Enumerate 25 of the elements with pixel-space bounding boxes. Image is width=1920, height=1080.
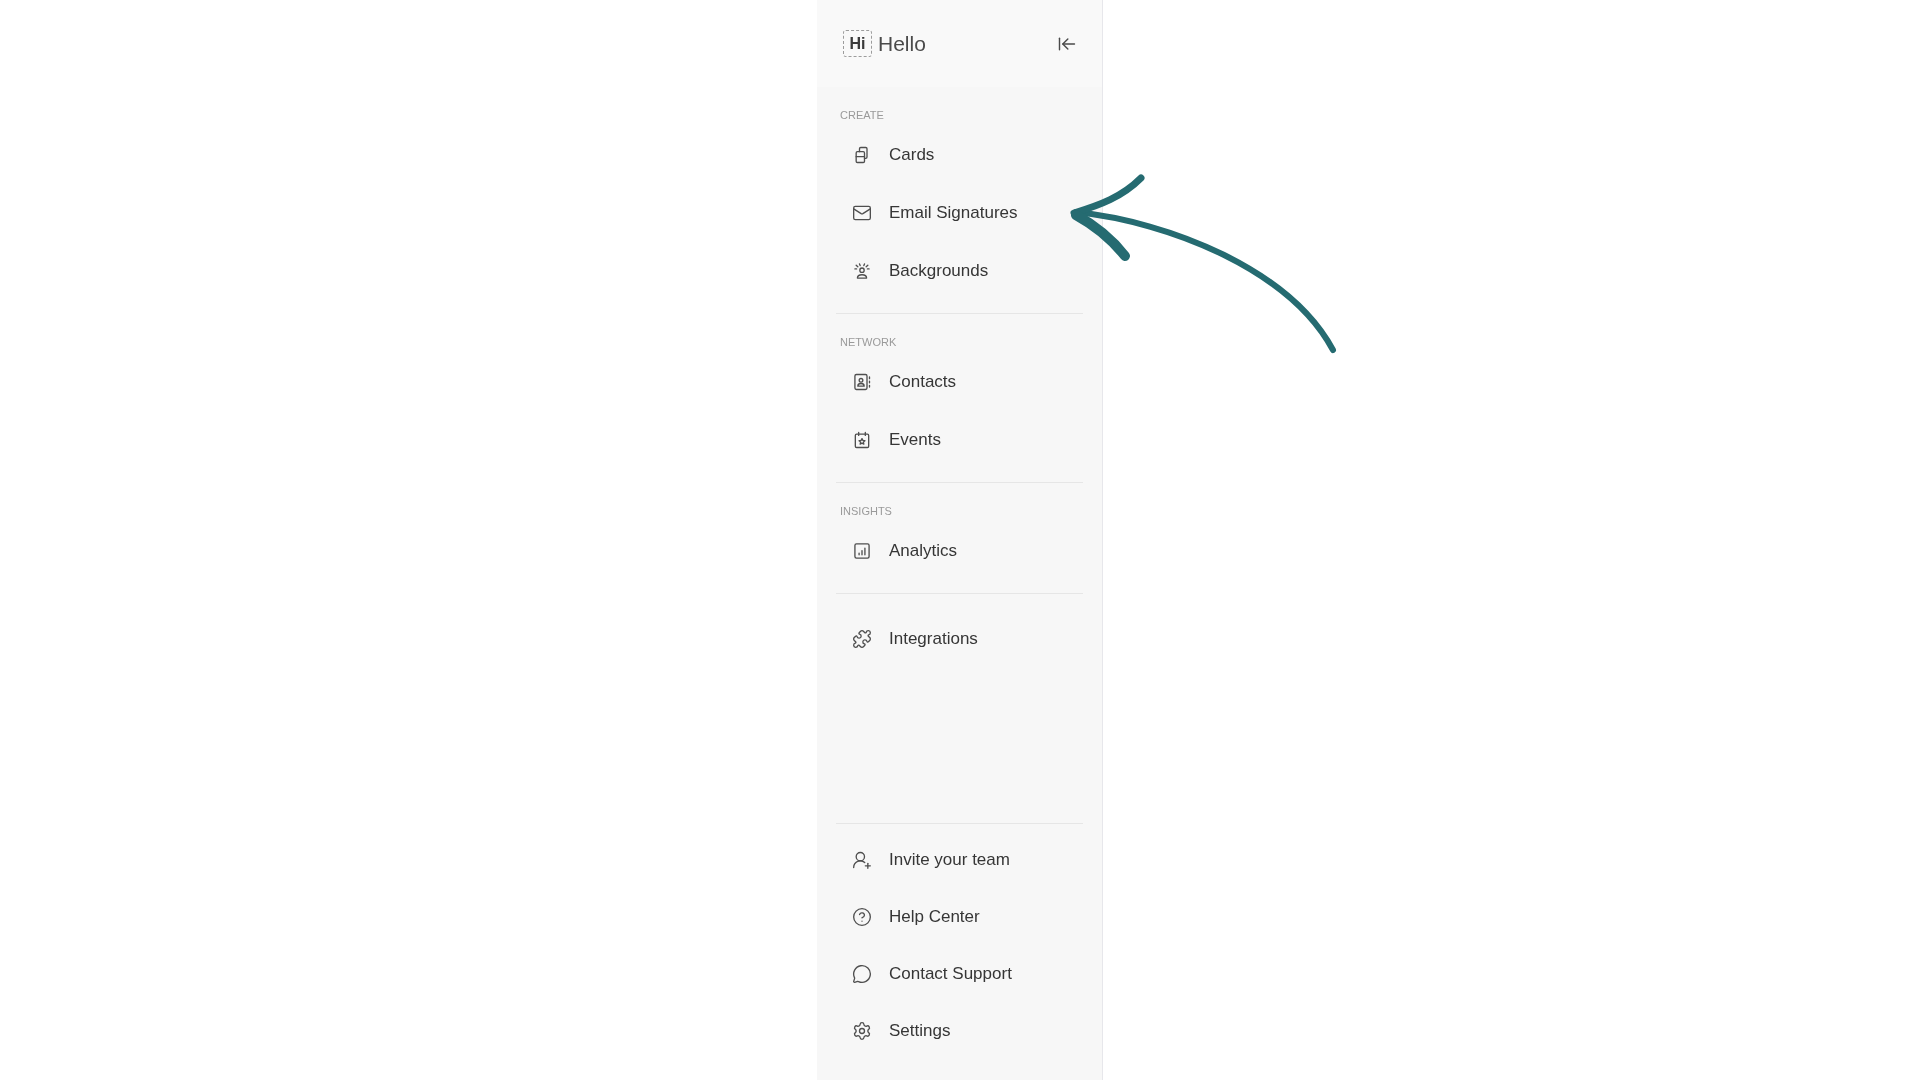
- nav-item[interactable]: Backgrounds: [836, 247, 1083, 295]
- nav-item[interactable]: Analytics: [836, 527, 1083, 575]
- nav-item[interactable]: Cards: [836, 131, 1083, 179]
- contact-card-icon: [852, 372, 872, 392]
- bar-chart-icon: [852, 541, 872, 561]
- nav-item[interactable]: Help Center: [836, 893, 1083, 941]
- nav-item[interactable]: Invite your team: [836, 836, 1083, 884]
- nav-item[interactable]: Email Signatures: [836, 189, 1083, 237]
- nav-item[interactable]: Integrations: [836, 615, 1083, 663]
- section-label: CREATE: [839, 108, 885, 122]
- nav-item[interactable]: Settings: [836, 1007, 1083, 1055]
- puzzle-icon: [852, 629, 872, 649]
- section-label: INSIGHTS: [839, 504, 893, 518]
- settings-icon: [852, 1021, 872, 1041]
- mail-icon: [852, 203, 872, 223]
- user-plus-icon: [852, 850, 872, 870]
- logo-mark: Hi: [843, 30, 872, 57]
- logo-name: Hello: [878, 30, 926, 57]
- nav-item[interactable]: Contacts: [836, 358, 1083, 406]
- help-icon: [852, 907, 872, 927]
- section-label: NETWORK: [839, 335, 898, 349]
- person-rays-icon: [852, 261, 872, 281]
- nav-item[interactable]: Events: [836, 416, 1083, 464]
- speech-bubble-icon: [852, 964, 872, 984]
- nav-item[interactable]: Contact Support: [836, 950, 1083, 998]
